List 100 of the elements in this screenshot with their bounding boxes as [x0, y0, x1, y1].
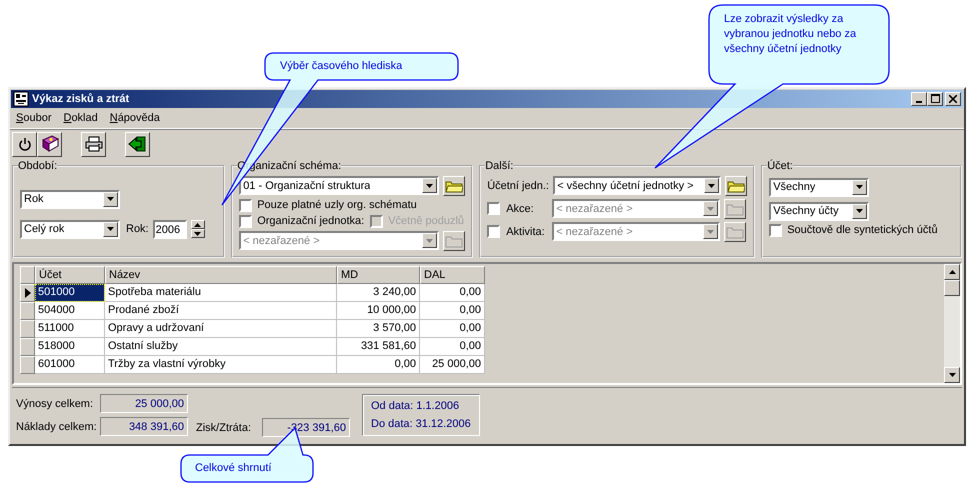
- table-cell: Opravy a udržovaní: [105, 320, 337, 338]
- callout-text: Lze zobrazit výsledky za vybranou jednotku nebo za všechny účetní jednotky: [724, 12, 858, 57]
- scroll-down-icon: [948, 373, 956, 378]
- print-button[interactable]: [81, 132, 106, 157]
- minimize-icon: [916, 100, 922, 103]
- close-icon: [949, 94, 957, 103]
- accounting-unit-dropdown[interactable]: < všechny účetní jednotky >: [553, 176, 722, 196]
- browse-button[interactable]: [725, 176, 748, 196]
- table-cell: Prodané zboží: [105, 302, 337, 320]
- folder-outline-icon: [726, 202, 744, 216]
- menu-item[interactable]: Doklad: [63, 112, 98, 124]
- table-cell: 3 240,00: [337, 284, 420, 302]
- minimize-button[interactable]: [911, 92, 927, 106]
- scroll-up-icon: [948, 270, 956, 274]
- table-cell: 0,00: [420, 320, 485, 338]
- group-label: Účet:: [767, 160, 793, 172]
- dropdown-button[interactable]: [103, 192, 118, 207]
- caret-icon: [707, 206, 714, 211]
- to-date: Do data: 31.12.2006: [371, 418, 471, 430]
- dropdown-button[interactable]: [422, 178, 438, 194]
- dropdown-button[interactable]: [852, 180, 868, 195]
- table-cell: 501000: [35, 284, 105, 302]
- power-button[interactable]: [12, 132, 37, 157]
- column-header[interactable]: MD: [337, 266, 420, 284]
- caret-icon: [107, 227, 114, 232]
- folder-icon: [727, 178, 746, 193]
- printer-icon: [84, 136, 104, 152]
- dropdown-button[interactable]: [103, 222, 118, 237]
- table-cell: 3 570,00: [337, 320, 420, 338]
- browse-button[interactable]: [724, 198, 746, 219]
- dropdown-button[interactable]: [704, 178, 720, 194]
- row-pointer-icon: [24, 288, 30, 298]
- row-indicator[interactable]: [20, 284, 35, 302]
- help-book-button[interactable]: [37, 132, 62, 157]
- exit-button[interactable]: [125, 132, 150, 157]
- year-field[interactable]: 2006: [152, 220, 187, 239]
- table-cell: 511000: [35, 320, 105, 338]
- account-range-dropdown[interactable]: Všechny účty: [769, 202, 870, 221]
- app-icon: [13, 90, 29, 107]
- callout-text: Celkové shrnutí: [195, 461, 272, 476]
- caret-icon: [426, 238, 434, 243]
- from-date: Od data: 1.1.2006: [371, 400, 460, 412]
- menu-item[interactable]: Nápověda: [110, 112, 160, 124]
- browse-button[interactable]: [724, 222, 746, 242]
- folder-outline-icon: [726, 224, 744, 239]
- caret-icon: [426, 184, 434, 188]
- revenue-label: Výnosy celkem:: [16, 398, 94, 410]
- table-cell: 25 000,00: [420, 356, 485, 374]
- folder-outline-icon: [445, 234, 464, 248]
- column-header[interactable]: DAL: [420, 266, 485, 284]
- exit-arrow-icon: [128, 135, 148, 154]
- dropdown-button[interactable]: [852, 204, 868, 219]
- period-type-dropdown[interactable]: Rok: [20, 190, 120, 209]
- scrollbar[interactable]: [944, 264, 960, 384]
- table-cell: 0,00: [420, 284, 485, 302]
- caret-icon: [708, 184, 716, 188]
- table-cell: 601000: [35, 356, 105, 374]
- table-cell: 0,00: [420, 302, 485, 320]
- caret-icon: [856, 209, 864, 214]
- unit-label: Účetní jedn.:: [487, 180, 550, 192]
- caret-icon: [856, 185, 864, 190]
- scroll-thumb[interactable]: [944, 280, 960, 296]
- browse-button[interactable]: [443, 230, 466, 251]
- window-title: Výkaz zisků a ztrát: [32, 92, 130, 105]
- power-icon: [18, 137, 32, 152]
- checkbox[interactable]: [239, 198, 252, 212]
- period-range-dropdown[interactable]: Celý rok: [20, 220, 120, 239]
- column-header[interactable]: Název: [105, 266, 337, 284]
- table-cell: Ostatní služby: [105, 338, 337, 356]
- maximize-button[interactable]: [927, 92, 943, 106]
- costs-label: Náklady celkem:: [16, 420, 96, 433]
- revenue-value: 25 000,00: [100, 394, 188, 414]
- table-cell: 518000: [35, 338, 105, 356]
- group-label: Další:: [485, 160, 514, 172]
- costs-value: 348 391,60: [100, 417, 188, 436]
- caret-icon: [707, 230, 714, 234]
- year-label: Rok:: [126, 223, 149, 236]
- maximize-icon: [930, 94, 940, 104]
- schema-dropdown[interactable]: 01 - Organizační struktura: [239, 176, 440, 196]
- menu-item[interactable]: Soubor: [16, 112, 52, 124]
- table-cell: Spotřeba materiálu: [105, 284, 337, 302]
- table-cell: Tržby za vlastní výrobky: [105, 356, 337, 374]
- checkbox-label: Organizační jednotka:: [257, 215, 364, 228]
- table-cell: 0,00: [420, 338, 485, 356]
- year-spinner[interactable]: [190, 220, 205, 238]
- callout-text: Výběr časového hlediska: [280, 59, 402, 74]
- table-cell: 0,00: [337, 356, 420, 374]
- checkbox-label: Akce:: [506, 202, 535, 215]
- close-button[interactable]: [945, 92, 961, 106]
- caret-icon: [107, 197, 114, 202]
- column-header[interactable]: Účet: [35, 266, 105, 284]
- checkbox[interactable]: [239, 214, 252, 228]
- checkbox-label: Pouze platné uzly org. schématu: [257, 199, 417, 212]
- grid-corner: [20, 266, 35, 284]
- profit-label: Zisk/Ztráta:: [196, 422, 252, 434]
- browse-button[interactable]: [443, 176, 466, 196]
- account-type-dropdown[interactable]: Všechny: [769, 178, 870, 197]
- checkbox[interactable]: [769, 224, 782, 237]
- table-cell: 504000: [35, 302, 105, 320]
- folder-icon: [445, 178, 464, 193]
